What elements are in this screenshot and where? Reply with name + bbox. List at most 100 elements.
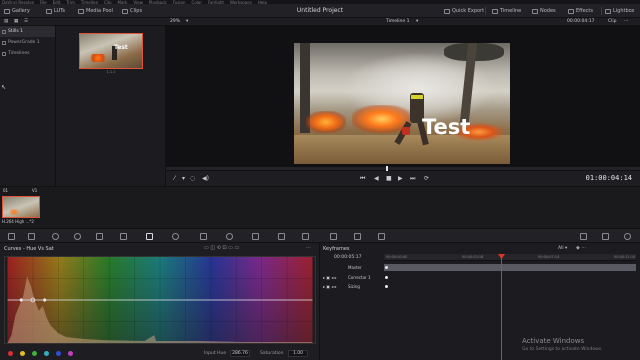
- viewer-overlay-text: Test: [422, 115, 471, 139]
- hdr-icon[interactable]: [96, 233, 103, 240]
- keyframe-track[interactable]: [384, 274, 636, 281]
- keyframes-filter-select[interactable]: All ▾: [558, 246, 567, 251]
- list-view-icon[interactable]: ☰: [24, 19, 28, 24]
- play-icon[interactable]: ▶: [398, 175, 403, 182]
- color-warper-icon[interactable]: [172, 233, 179, 240]
- curves-header: Curves - Hue Vs Sat ▭ ◫ ⟲ ⊡ ▭ ▭ ⋯: [0, 243, 320, 254]
- input-hue-field[interactable]: 286.76: [230, 350, 250, 357]
- clip-track: V1: [32, 188, 38, 193]
- grid-view-icon[interactable]: ▦: [14, 19, 18, 24]
- album-icon: [2, 51, 6, 56]
- blue-swatch[interactable]: [56, 351, 61, 356]
- gallery-album-list: Stills 1 PowerGrade 1 Timelines ↖: [0, 26, 56, 186]
- color-wheels-icon[interactable]: [52, 233, 59, 240]
- panel-toggle-icon[interactable]: ▤: [4, 19, 8, 24]
- album-item-powergrade[interactable]: PowerGrade 1: [0, 37, 55, 48]
- window-icon[interactable]: [226, 233, 233, 240]
- keyframe-row-master[interactable]: Master: [320, 263, 640, 272]
- viewer-subbar: ▤ ▦ ☰ 29% ▾ Timeline 1 ▾ 00:00:04:17 Cli…: [0, 18, 640, 26]
- keyframe-track[interactable]: [384, 283, 636, 290]
- clip-thumbnail[interactable]: [2, 196, 40, 218]
- metadata-icon[interactable]: [624, 233, 631, 240]
- more-options-icon[interactable]: ⋯: [624, 19, 629, 24]
- transport-controls: ⁄ ▾ ◌ ◀) ⏮ ◀ ■ ▶ ⏭ ⟳ 01:00:04:14: [166, 171, 640, 186]
- scopes-icon[interactable]: [580, 233, 587, 240]
- ruler-tick: 00:00:03:18: [462, 255, 484, 259]
- curves-footer: Input Hue 286.76 Saturation 1.00: [0, 347, 320, 360]
- rgb-mixer-icon[interactable]: [74, 233, 81, 240]
- keyframe-row-sizing[interactable]: ▸ ▣ ◂ ▸ Sizing: [320, 282, 640, 291]
- curves-icon[interactable]: [146, 233, 153, 240]
- pick-tool-icon[interactable]: ⁄: [174, 175, 175, 182]
- zoom-select[interactable]: 29%: [170, 19, 180, 24]
- more-options-icon[interactable]: ⋯: [306, 245, 311, 251]
- saturation-field[interactable]: 1.00: [288, 350, 308, 357]
- qualifier-icon[interactable]: [200, 233, 207, 240]
- stop-icon[interactable]: ■: [386, 175, 392, 182]
- keyframe-marker[interactable]: [385, 276, 388, 279]
- keyframe-marker[interactable]: [385, 266, 388, 269]
- tracker-icon[interactable]: [252, 233, 259, 240]
- green-swatch[interactable]: [32, 351, 37, 356]
- audio-icon[interactable]: ◀): [202, 175, 209, 182]
- keyframes-title: Keyframes: [323, 246, 350, 252]
- timeline-button[interactable]: Timeline: [492, 7, 521, 15]
- magenta-swatch[interactable]: [68, 351, 73, 356]
- key-icon[interactable]: [330, 233, 337, 240]
- 3d-icon[interactable]: [378, 233, 385, 240]
- viewer-panel: Test ⁄ ▾ ◌ ◀) ⏮ ◀ ■ ▶ ⏭ ⟳ 01:00:04:14: [166, 26, 640, 186]
- album-item-stills[interactable]: Stills 1: [0, 26, 55, 37]
- viewer-frame[interactable]: Test: [294, 43, 510, 164]
- chevron-down-icon[interactable]: ▾: [182, 175, 185, 182]
- divider: [485, 7, 486, 15]
- keyframe-playhead[interactable]: [501, 254, 502, 360]
- play-reverse-icon[interactable]: ◀: [374, 175, 379, 182]
- still-thumbnail[interactable]: Test: [79, 33, 143, 69]
- lightbox-button[interactable]: Lightbox: [605, 7, 635, 15]
- chevron-down-icon[interactable]: ▾: [186, 19, 188, 24]
- keyframe-row-label: Master: [348, 265, 362, 270]
- timeline-icon: [492, 8, 498, 14]
- clip-mode-select[interactable]: Clip: [608, 19, 617, 24]
- sizing-icon[interactable]: [354, 233, 361, 240]
- activate-windows-subtext: Go to Settings to activate Windows.: [522, 347, 603, 352]
- blur-icon[interactable]: [302, 233, 309, 240]
- row-controls-icon[interactable]: ▸ ▣ ◂ ▸: [323, 275, 337, 280]
- curve-mode-icons[interactable]: ▭ ◫ ⟲ ⊡ ▭ ▭: [204, 245, 239, 251]
- nodes-button[interactable]: Nodes: [532, 7, 556, 15]
- camera-raw-icon[interactable]: [8, 233, 15, 240]
- hue-vs-sat-curve-editor[interactable]: [4, 256, 316, 344]
- ruler-tick: 00:00:07:14: [538, 255, 560, 259]
- cyan-swatch[interactable]: [44, 351, 49, 356]
- info-icon[interactable]: [602, 233, 609, 240]
- quick-export-button[interactable]: Quick Export: [444, 7, 484, 15]
- still-overlay-text: Test: [114, 44, 128, 51]
- loop-icon[interactable]: ⟳: [424, 175, 429, 182]
- keyframe-track[interactable]: [384, 264, 636, 271]
- eyedropper-icon[interactable]: ◌: [190, 175, 195, 182]
- subbar-timecode: 00:00:04:17: [567, 19, 595, 24]
- export-icon: [444, 8, 450, 14]
- chevron-down-icon[interactable]: ▾: [416, 19, 418, 24]
- keyframe-options-icon[interactable]: ◆ ⋯: [576, 245, 586, 251]
- magic-mask-icon[interactable]: [278, 233, 285, 240]
- keyframe-marker[interactable]: [385, 285, 388, 288]
- red-swatch[interactable]: [8, 351, 13, 356]
- curves-title: Curves - Hue Vs Sat: [4, 246, 54, 252]
- effects-button[interactable]: Effects: [568, 7, 593, 15]
- skip-to-end-icon[interactable]: ⏭: [410, 175, 415, 183]
- viewer-scrubber[interactable]: [166, 167, 640, 170]
- keyframe-row-corrector[interactable]: ▸ ▣ ◂ ▸ Corrector 1: [320, 273, 640, 282]
- yellow-swatch[interactable]: [20, 351, 25, 356]
- gallery-stills-grid: Test 1.1.1: [56, 26, 166, 186]
- viewer-timecode: 01:00:04:14: [585, 174, 632, 182]
- album-icon: [2, 29, 6, 34]
- skip-to-start-icon[interactable]: ⏮: [360, 175, 365, 183]
- keyframes-ruler[interactable]: 00:00:00:00 00:00:03:18 00:00:07:14 00:0…: [384, 254, 636, 261]
- color-match-icon[interactable]: [28, 233, 35, 240]
- row-controls-icon[interactable]: ▸ ▣ ◂ ▸: [323, 284, 337, 289]
- motion-effects-icon[interactable]: [120, 233, 127, 240]
- saturation-label: Saturation: [260, 351, 284, 356]
- album-item-timelines[interactable]: Timelines: [0, 48, 55, 59]
- timeline-select[interactable]: Timeline 1: [386, 19, 409, 24]
